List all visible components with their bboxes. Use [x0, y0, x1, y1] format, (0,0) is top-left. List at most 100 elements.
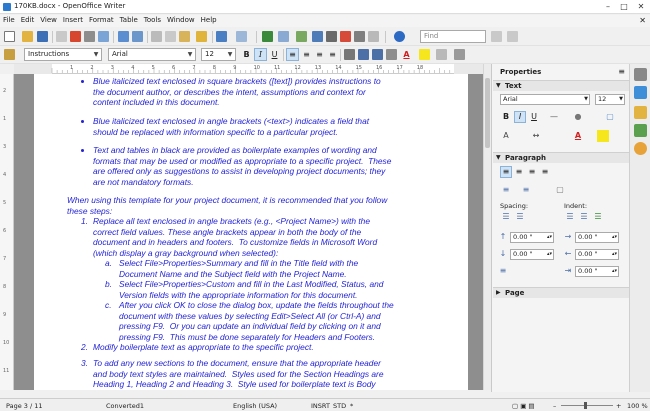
print-icon[interactable] — [84, 31, 95, 42]
line-spacing-icon[interactable] — [344, 49, 355, 60]
page-section-header[interactable]: ▶ Page — [493, 287, 629, 298]
font-color-button[interactable]: A — [400, 48, 413, 61]
sidebar-menu-icon[interactable]: ≡ — [618, 67, 625, 76]
decrease-indent-icon[interactable] — [386, 49, 397, 60]
strikethrough-button[interactable]: — — [548, 111, 560, 123]
spellcheck-icon[interactable] — [118, 31, 129, 42]
redo-icon[interactable] — [236, 31, 247, 42]
edit-file-icon[interactable] — [56, 31, 67, 42]
gallery-deck-icon[interactable] — [634, 124, 647, 137]
justify-button[interactable]: ≡ — [326, 48, 339, 61]
navigator-deck-icon[interactable] — [634, 142, 647, 155]
zoom-slider-thumb[interactable] — [584, 402, 587, 409]
new-document-icon[interactable] — [4, 31, 15, 42]
show-draw-icon[interactable] — [296, 31, 307, 42]
print-preview-icon[interactable] — [98, 31, 109, 42]
zoom-in-icon[interactable]: + — [616, 402, 621, 410]
clear-format-icon[interactable]: ▢ — [604, 111, 616, 123]
align-center-button[interactable]: ≡ — [300, 48, 313, 61]
menu-help[interactable]: Help — [198, 15, 220, 24]
line-spacing-sidebar-icon[interactable]: ≡ — [497, 265, 509, 277]
numbering-icon[interactable] — [358, 49, 369, 60]
insert-mode[interactable]: INSRT — [311, 402, 330, 410]
menu-edit[interactable]: Edit — [18, 15, 38, 24]
menu-tools[interactable]: Tools — [141, 15, 164, 24]
vertical-ruler[interactable]: 2 1 3 4 5 6 7 8 9 10 11 — [0, 74, 14, 390]
copy-icon[interactable] — [165, 31, 176, 42]
page-style[interactable]: Converted1 — [106, 402, 144, 410]
character-spacing-icon[interactable]: ↔ — [530, 130, 542, 142]
above-paragraph-spacing[interactable]: 0.00 " ▴▾ — [510, 232, 554, 243]
sidebar-numbering-icon[interactable]: ≡ — [520, 184, 532, 196]
sidebar-align-right[interactable]: ≡ — [526, 166, 538, 178]
hyperlink-icon[interactable] — [262, 31, 273, 42]
menu-insert[interactable]: Insert — [60, 15, 86, 24]
shadow-button[interactable]: ● — [572, 111, 584, 123]
styles-deck-icon[interactable] — [634, 106, 647, 119]
nonprinting-chars-icon[interactable] — [354, 31, 365, 42]
vertical-scrollbar[interactable] — [483, 64, 491, 390]
gallery-icon[interactable] — [340, 31, 351, 42]
find-input[interactable]: Find — [420, 30, 486, 43]
text-section-header[interactable]: ▼ Text — [493, 80, 629, 91]
below-paragraph-spacing[interactable]: 0.00 " ▴▾ — [510, 249, 554, 260]
open-folder-icon[interactable] — [22, 31, 33, 42]
horizontal-ruler[interactable]: 1 2 3 4 5 6 7 8 9 10 11 12 13 14 15 16 17 18 — [14, 64, 490, 74]
sidebar-font-select[interactable]: Arial ▼ — [500, 94, 590, 105]
underline-button[interactable]: U — [268, 48, 281, 61]
export-pdf-icon[interactable] — [70, 31, 81, 42]
find-next-icon[interactable] — [507, 31, 518, 42]
bullets-icon[interactable] — [372, 49, 383, 60]
save-icon[interactable] — [37, 31, 48, 42]
navigator-icon[interactable] — [326, 31, 337, 42]
find-previous-icon[interactable] — [491, 31, 502, 42]
find-replace-icon[interactable] — [312, 31, 323, 42]
increase-indent-icon[interactable]: ☰ — [564, 211, 576, 223]
zoom-icon[interactable] — [368, 31, 379, 42]
sidebar-align-left[interactable]: ≡ — [500, 166, 512, 178]
before-text-indent[interactable]: 0.00 " ▴▾ — [575, 232, 619, 243]
sidebar-font-color-button[interactable]: A — [572, 130, 584, 142]
italic-button[interactable]: I — [254, 48, 267, 61]
sidebar-highlight-icon[interactable] — [597, 130, 609, 142]
scrollbar-thumb[interactable] — [485, 78, 490, 148]
font-name-select[interactable]: Arial ▼ — [108, 48, 196, 61]
close-button[interactable]: ✕ — [635, 1, 647, 13]
view-layout-icons[interactable]: ▢ ▣ ▤ — [512, 402, 535, 410]
document-area[interactable]: Blue italicized text enclosed in square … — [14, 74, 483, 390]
selection-mode[interactable]: STD — [333, 402, 346, 410]
sidebar-italic-button[interactable]: I — [514, 111, 526, 123]
zoom-level[interactable]: 100 % — [627, 402, 648, 410]
cut-icon[interactable] — [151, 31, 162, 42]
sidebar-underline-button[interactable]: U — [528, 111, 540, 123]
decrease-indent-sidebar-icon[interactable]: ☰ — [578, 211, 590, 223]
after-text-indent[interactable]: 0.00 " ▴▾ — [575, 249, 619, 260]
autospell-icon[interactable] — [132, 31, 143, 42]
menu-format[interactable]: Format — [86, 15, 117, 24]
clone-formatting-icon[interactable] — [196, 31, 207, 42]
deck-menu-icon[interactable] — [634, 68, 647, 81]
hanging-indent-icon[interactable]: ☰ — [592, 211, 604, 223]
undo-icon[interactable] — [216, 31, 227, 42]
sidebar-bold-button[interactable]: B — [500, 111, 512, 123]
menu-view[interactable]: View — [37, 15, 60, 24]
zoom-out-icon[interactable]: – — [553, 402, 556, 410]
paragraph-section-header[interactable]: ▼ Paragraph — [493, 152, 629, 163]
close-document-icon[interactable]: ✕ — [639, 16, 646, 25]
first-line-indent[interactable]: 0.00 " ▴▾ — [575, 266, 619, 277]
paragraph-background-icon[interactable]: ▢ — [554, 184, 566, 196]
paste-icon[interactable] — [179, 31, 190, 42]
highlight-icon[interactable] — [419, 49, 430, 60]
table-icon[interactable] — [278, 31, 289, 42]
menu-table[interactable]: Table — [117, 15, 141, 24]
paragraph-style-select[interactable]: Instructions ▼ — [24, 48, 102, 61]
maximize-button[interactable]: □ — [618, 1, 630, 13]
styles-icon[interactable] — [4, 49, 15, 60]
sidebar-align-center[interactable]: ≡ — [513, 166, 525, 178]
increase-spacing-icon[interactable]: ☰ — [500, 211, 512, 223]
font-size-select[interactable]: 12 ▼ — [201, 48, 236, 61]
sidebar-bullets-icon[interactable]: ≡ — [500, 184, 512, 196]
grow-font-icon[interactable]: A — [500, 130, 512, 142]
minimize-button[interactable]: – — [602, 1, 614, 13]
language[interactable]: English (USA) — [233, 402, 277, 410]
